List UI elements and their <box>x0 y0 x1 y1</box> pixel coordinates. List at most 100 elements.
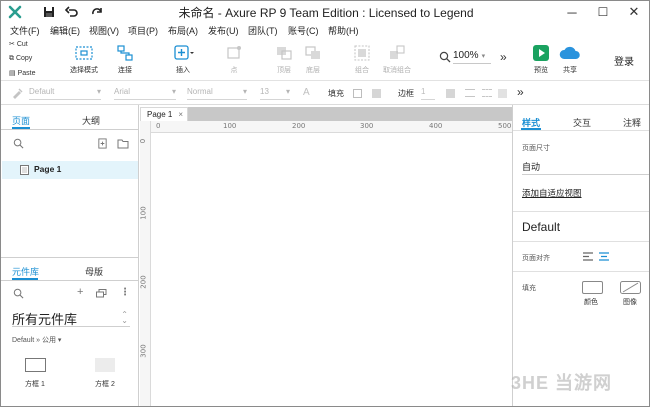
font-select[interactable]: Arial ▾ <box>114 87 176 100</box>
font-weight-select[interactable]: Normal ▾ <box>187 87 247 100</box>
tab-outline[interactable]: 大纲 <box>82 114 100 127</box>
close-button[interactable]: ✕ <box>619 1 649 23</box>
text-color-icon[interactable]: A <box>303 87 310 98</box>
fill-image-icon[interactable] <box>620 281 641 294</box>
page-size-select[interactable]: 自动 <box>522 160 649 175</box>
divider <box>1 280 139 281</box>
maximize-button[interactable]: ☐ <box>588 1 618 23</box>
widget-box-1[interactable] <box>25 358 46 372</box>
point-button[interactable]: 点 <box>223 45 245 75</box>
tab-libraries[interactable]: 元件库 <box>12 265 39 278</box>
page-search-icon[interactable] <box>13 138 24 149</box>
fill-color-button[interactable] <box>582 281 603 294</box>
preview-button[interactable]: 预览 <box>532 45 550 75</box>
bring-top-button[interactable]: 顶层 <box>273 45 295 75</box>
align-center-icon[interactable] <box>599 252 609 261</box>
more-tools-chevron-icon[interactable]: » <box>500 50 507 64</box>
menu-project[interactable]: 项目(P) <box>128 24 158 37</box>
left-panel: 页面 大纲 Page 1 元件库 母版 + ⋮ 所有元件库 ⌃ ⌄ Defaul… <box>1 105 139 406</box>
add-adaptive-view-link[interactable]: 添加自适应视图 <box>522 187 582 199</box>
library-menu-icon[interactable]: ⋮ <box>120 287 130 298</box>
menu-team[interactable]: 团队(T) <box>248 24 278 37</box>
page-tab[interactable]: Page 1 × <box>140 107 188 121</box>
insert-plus-icon <box>174 45 194 60</box>
add-folder-icon[interactable] <box>117 138 129 149</box>
menu-publish[interactable]: 发布(U) <box>208 24 239 37</box>
page-name: Page 1 <box>34 164 62 174</box>
group-icon <box>354 45 370 61</box>
watermark: 3HE 当游网 <box>511 373 613 393</box>
ruler-label: 0 <box>156 122 161 130</box>
right-panel: 样式 交互 注释 页面尺寸 自动 添加自适应视图 Default 页面对齐 填充… <box>512 105 649 406</box>
design-canvas[interactable] <box>152 134 512 406</box>
close-tab-icon[interactable]: × <box>178 110 183 119</box>
tab-notes[interactable]: 注释 <box>623 116 641 129</box>
save-icon[interactable] <box>41 4 57 20</box>
cut-button[interactable]: ✂ Cut <box>9 40 28 48</box>
border-label: 边框 <box>398 89 414 98</box>
ruler-label: 200 <box>139 275 148 289</box>
tab-pages[interactable]: 页面 <box>12 114 30 127</box>
undo-icon[interactable] <box>64 4 80 20</box>
group-button[interactable]: 组合 <box>351 45 373 75</box>
widget-box-2[interactable] <box>95 358 115 372</box>
send-bottom-button[interactable]: 底层 <box>302 45 324 75</box>
connect-button[interactable]: 连接 <box>111 45 139 75</box>
paste-button[interactable]: ▤ Paste <box>9 69 35 77</box>
corner-style-icon[interactable] <box>498 89 507 98</box>
share-button[interactable]: 共享 <box>558 45 582 75</box>
style-select[interactable]: Default ▾ <box>29 87 101 100</box>
border-width-input[interactable]: 1 <box>421 87 435 100</box>
font-size-select[interactable]: 13 ▾ <box>260 87 290 100</box>
window-title: 未命名 - Axure RP 9 Team Edition : Licensed… <box>178 6 474 20</box>
menu-layout[interactable]: 布局(A) <box>168 24 198 37</box>
ruler-label: 200 <box>292 122 306 130</box>
tab-interactions[interactable]: 交互 <box>573 116 591 129</box>
ruler-label: 100 <box>139 206 148 220</box>
preview-play-icon <box>533 45 549 61</box>
library-filter[interactable]: Default » 公用 ▾ <box>12 335 61 345</box>
add-library-icon[interactable]: + <box>77 286 83 298</box>
redo-icon[interactable] <box>89 4 105 20</box>
fill-color-swatch[interactable] <box>353 89 362 98</box>
format-painter-icon[interactable] <box>11 87 23 99</box>
ruler-label: 300 <box>360 122 374 130</box>
minimize-button[interactable]: ─ <box>557 1 587 23</box>
menu-bar: 文件(F) 编辑(E) 视图(V) 项目(P) 布局(A) 发布(U) 团队(T… <box>1 23 649 39</box>
login-button[interactable]: 登录 <box>614 53 634 68</box>
fill-label: 填充 <box>328 89 344 98</box>
bring-to-front-icon <box>277 47 292 60</box>
ruler-label: 0 <box>139 138 148 144</box>
select-mode-button[interactable]: 选择模式 <box>64 45 104 75</box>
library-copy-icon[interactable] <box>96 289 107 298</box>
library-search-icon[interactable] <box>13 288 24 299</box>
widget-box-1-label: 方框 1 <box>25 381 45 388</box>
menu-file[interactable]: 文件(F) <box>10 24 40 37</box>
menu-account[interactable]: 账号(C) <box>288 24 319 37</box>
zoom-select[interactable]: 100% ▾ <box>453 50 491 64</box>
menu-view[interactable]: 视图(V) <box>89 24 119 37</box>
border-style-icon[interactable] <box>465 89 475 97</box>
add-page-icon[interactable] <box>97 138 108 149</box>
fill-color-label: 颜色 <box>584 299 598 306</box>
insert-button[interactable]: 插入 <box>167 45 199 75</box>
style-name[interactable]: Default <box>522 220 560 234</box>
ungroup-icon <box>390 45 405 59</box>
main-toolbar: ✂ Cut ⧉ Copy ▤ Paste 选择模式 连接 插入 点 顶层 底层 … <box>1 39 649 81</box>
align-left-icon[interactable] <box>583 252 593 261</box>
tab-strip <box>188 107 512 121</box>
page-list-item[interactable]: Page 1 <box>2 161 138 179</box>
tab-masters[interactable]: 母版 <box>85 265 103 278</box>
menu-edit[interactable]: 编辑(E) <box>50 24 80 37</box>
point-icon <box>227 46 241 59</box>
divider <box>513 130 649 131</box>
divider <box>513 211 649 212</box>
menu-help[interactable]: 帮助(H) <box>328 24 359 37</box>
line-style-icon[interactable] <box>482 89 492 97</box>
ungroup-button[interactable]: 取消组合 <box>380 45 414 75</box>
fill-shadow-swatch[interactable] <box>372 89 381 98</box>
copy-button[interactable]: ⧉ Copy <box>9 55 32 63</box>
more-format-chevron-icon[interactable]: » <box>517 85 524 99</box>
border-color-swatch[interactable] <box>446 89 455 98</box>
library-select[interactable]: 所有元件库 ⌃ ⌄ <box>12 309 130 327</box>
